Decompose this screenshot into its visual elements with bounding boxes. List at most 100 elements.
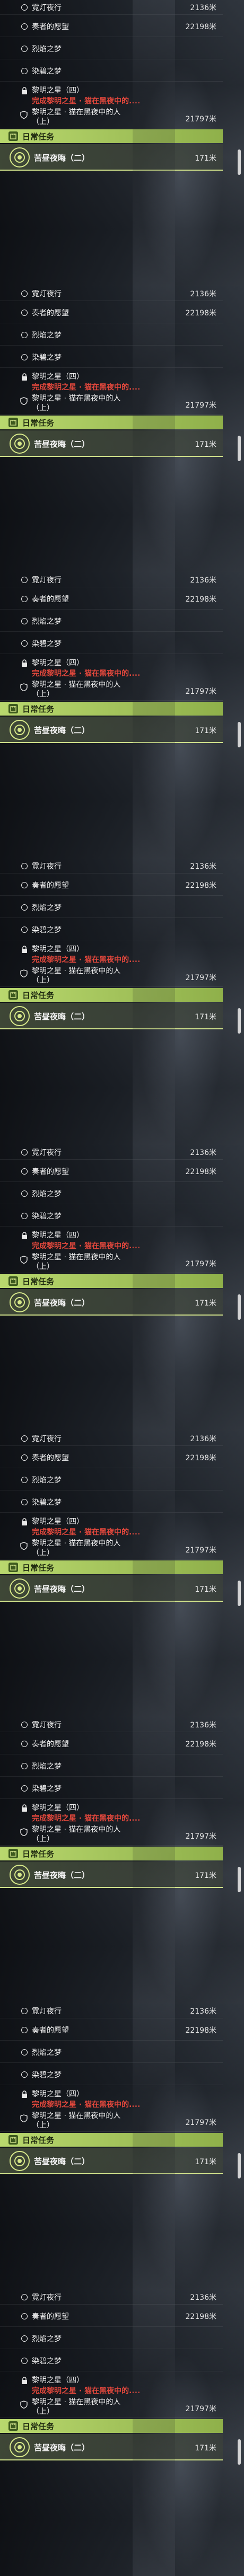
quest-row-emerald-dream[interactable]: 染碧之梦 bbox=[0, 1778, 223, 1799]
daily-task-icon bbox=[8, 1849, 18, 1858]
quest-row-flame-dream[interactable]: 烈焰之梦 bbox=[0, 324, 223, 346]
quest-marker-icon bbox=[21, 2007, 28, 2014]
daily-task-row[interactable]: 苦昼夜晦（二） 171米 bbox=[0, 1003, 223, 1029]
quest-distance: 2136米 bbox=[190, 862, 216, 871]
scrollbar-thumb[interactable] bbox=[238, 436, 241, 461]
quest-row-emerald-dream[interactable]: 染碧之梦 bbox=[0, 2064, 223, 2085]
quest-row-emerald-dream[interactable]: 染碧之梦 bbox=[0, 2350, 223, 2371]
scrollbar-thumb[interactable] bbox=[238, 722, 241, 747]
quest-row-emerald-dream[interactable]: 染碧之梦 bbox=[0, 919, 223, 940]
scrollbar-thumb[interactable] bbox=[238, 2153, 241, 2178]
daily-task-distance: 171米 bbox=[195, 1299, 216, 1308]
daily-task-row[interactable]: 苦昼夜晦（二） 171米 bbox=[0, 2148, 223, 2174]
quest-row-emerald-dream[interactable]: 染碧之梦 bbox=[0, 1492, 223, 1513]
quest-row-neon-night[interactable]: 霓灯夜行 2136米 bbox=[0, 286, 223, 301]
quest-row-neon-night[interactable]: 霓灯夜行 2136米 bbox=[0, 1145, 223, 1160]
quest-row-emerald-dream[interactable]: 染碧之梦 bbox=[0, 1205, 223, 1227]
quest-row-flame-dream[interactable]: 烈焰之梦 bbox=[0, 1183, 223, 1204]
quest-list-screen: 霓灯夜行 2136米 奏者的愿望 22198米 烈焰之梦 染碧之梦 黎明之星（四… bbox=[0, 0, 244, 2576]
quest-row-dawn-star[interactable]: 黎明之星（四） 完成黎明之星 · 猫在黑夜中的.... 黎明之星 · 猫在黑夜中… bbox=[0, 2372, 223, 2418]
daily-task-title: 苦昼夜晦（二） bbox=[34, 1871, 90, 1880]
shield-icon bbox=[20, 2114, 28, 2122]
daily-task-row[interactable]: 苦昼夜晦（二） 171米 bbox=[0, 144, 223, 171]
quest-row-neon-night[interactable]: 霓灯夜行 2136米 bbox=[0, 1717, 223, 1732]
quest-row-flame-dream[interactable]: 烈焰之梦 bbox=[0, 1469, 223, 1490]
quest-row-players-wish[interactable]: 奏者的愿望 22198米 bbox=[0, 1161, 223, 1182]
quest-marker-icon bbox=[21, 617, 28, 624]
daily-tasks-label: 日常任务 bbox=[22, 2135, 55, 2145]
daily-task-row[interactable]: 苦昼夜晦（二） 171米 bbox=[0, 430, 223, 457]
quest-row-players-wish[interactable]: 奏者的愿望 22198米 bbox=[0, 2306, 223, 2327]
quest-marker-icon bbox=[21, 1149, 28, 1155]
quest-tracker-panel: 霓灯夜行 2136米 奏者的愿望 22198米 烈焰之梦 染碧之梦 黎明之星（四… bbox=[0, 2290, 244, 2576]
quest-row-flame-dream[interactable]: 烈焰之梦 bbox=[0, 611, 223, 632]
quest-title: 烈焰之梦 bbox=[32, 331, 62, 340]
quest-row-neon-night[interactable]: 霓灯夜行 2136米 bbox=[0, 2004, 223, 2018]
quest-row-dawn-star[interactable]: 黎明之星（四） 完成黎明之星 · 猫在黑夜中的.... 黎明之星 · 猫在黑夜中… bbox=[0, 83, 223, 128]
scrollbar-thumb[interactable] bbox=[238, 1581, 241, 1606]
quest-row-players-wish[interactable]: 奏者的愿望 22198米 bbox=[0, 875, 223, 896]
quest-row-flame-dream[interactable]: 烈焰之梦 bbox=[0, 897, 223, 918]
quest-distance: 22198米 bbox=[185, 1453, 216, 1462]
quest-row-flame-dream[interactable]: 烈焰之梦 bbox=[0, 1755, 223, 1777]
quest-row-emerald-dream[interactable]: 染碧之梦 bbox=[0, 347, 223, 368]
quest-row-players-wish[interactable]: 奏者的愿望 22198米 bbox=[0, 1733, 223, 1754]
quest-row-dawn-star[interactable]: 黎明之星（四） 完成黎明之星 · 猫在黑夜中的.... 黎明之星 · 猫在黑夜中… bbox=[0, 941, 223, 987]
quest-marker-icon bbox=[21, 2026, 28, 2033]
quest-marker-icon bbox=[21, 2071, 28, 2078]
scrollbar-thumb[interactable] bbox=[238, 1294, 241, 1320]
daily-tasks-header: 日常任务 bbox=[0, 702, 223, 716]
quest-subtitle-part: （上） bbox=[32, 2407, 54, 2416]
quest-row-emerald-dream[interactable]: 染碧之梦 bbox=[0, 633, 223, 654]
quest-subtitle: 黎明之星 · 猫在黑夜中的人 bbox=[32, 1539, 121, 1548]
quest-row-dawn-star[interactable]: 黎明之星（四） 完成黎明之星 · 猫在黑夜中的.... 黎明之星 · 猫在黑夜中… bbox=[0, 2086, 223, 2132]
quest-row-flame-dream[interactable]: 烈焰之梦 bbox=[0, 2042, 223, 2063]
quest-row-dawn-star[interactable]: 黎明之星（四） 完成黎明之星 · 猫在黑夜中的.... 黎明之星 · 猫在黑夜中… bbox=[0, 1228, 223, 1273]
quest-row-flame-dream[interactable]: 烈焰之梦 bbox=[0, 38, 223, 59]
quest-row-neon-night[interactable]: 霓灯夜行 2136米 bbox=[0, 859, 223, 874]
quest-row-neon-night[interactable]: 霓灯夜行 2136米 bbox=[0, 0, 223, 15]
quest-title: 烈焰之梦 bbox=[32, 2334, 62, 2343]
scrollbar-thumb[interactable] bbox=[238, 1867, 241, 1892]
daily-tasks-label: 日常任务 bbox=[22, 1276, 55, 1286]
quest-title: 染碧之梦 bbox=[32, 925, 62, 934]
quest-row-players-wish[interactable]: 奏者的愿望 22198米 bbox=[0, 588, 223, 610]
quest-tracker-panel: 霓灯夜行 2136米 奏者的愿望 22198米 烈焰之梦 染碧之梦 黎明之星（四… bbox=[0, 1431, 244, 1717]
quest-row-players-wish[interactable]: 奏者的愿望 22198米 bbox=[0, 2019, 223, 2041]
lock-icon bbox=[22, 946, 27, 953]
scrollbar-thumb[interactable] bbox=[238, 149, 241, 175]
daily-task-row[interactable]: 苦昼夜晦（二） 171米 bbox=[0, 717, 223, 743]
daily-tasks-label: 日常任务 bbox=[22, 131, 55, 142]
lock-icon bbox=[22, 87, 27, 94]
daily-tasks-header: 日常任务 bbox=[0, 1274, 223, 1288]
quest-distance: 21797米 bbox=[185, 687, 216, 696]
quest-row-flame-dream[interactable]: 烈焰之梦 bbox=[0, 2328, 223, 2349]
daily-task-row[interactable]: 苦昼夜晦（二） 171米 bbox=[0, 1575, 223, 1602]
daily-task-row[interactable]: 苦昼夜晦（二） 171米 bbox=[0, 1289, 223, 1316]
quest-marker-icon bbox=[21, 1476, 28, 1483]
daily-task-distance: 171米 bbox=[195, 2158, 216, 2166]
daily-task-row[interactable]: 苦昼夜晦（二） 171米 bbox=[0, 2434, 223, 2460]
quest-title: 烈焰之梦 bbox=[32, 1762, 62, 1771]
quest-row-players-wish[interactable]: 奏者的愿望 22198米 bbox=[0, 302, 223, 323]
scrollbar-thumb[interactable] bbox=[238, 2439, 241, 2465]
daily-task-distance: 171米 bbox=[195, 1872, 216, 1880]
scrollbar-thumb[interactable] bbox=[238, 1008, 241, 1034]
daily-task-row[interactable]: 苦昼夜晦（二） 171米 bbox=[0, 1862, 223, 1888]
quest-row-neon-night[interactable]: 霓灯夜行 2136米 bbox=[0, 1431, 223, 1446]
quest-row-neon-night[interactable]: 霓灯夜行 2136米 bbox=[0, 572, 223, 587]
quest-row-players-wish[interactable]: 奏者的愿望 22198米 bbox=[0, 16, 223, 37]
quest-row-dawn-star[interactable]: 黎明之星（四） 完成黎明之星 · 猫在黑夜中的.... 黎明之星 · 猫在黑夜中… bbox=[0, 1514, 223, 1559]
quest-subtitle: 黎明之星 · 猫在黑夜中的人 bbox=[32, 2398, 121, 2406]
quest-row-players-wish[interactable]: 奏者的愿望 22198米 bbox=[0, 1447, 223, 1468]
quest-row-dawn-star[interactable]: 黎明之星（四） 完成黎明之星 · 猫在黑夜中的.... 黎明之星 · 猫在黑夜中… bbox=[0, 1800, 223, 1846]
quest-tracker-panel: 霓灯夜行 2136米 奏者的愿望 22198米 烈焰之梦 染碧之梦 黎明之星（四… bbox=[0, 2004, 244, 2290]
quest-row-dawn-star[interactable]: 黎明之星（四） 完成黎明之星 · 猫在黑夜中的.... 黎明之星 · 猫在黑夜中… bbox=[0, 369, 223, 414]
quest-title: 霓灯夜行 bbox=[32, 2293, 62, 2302]
quest-marker-icon bbox=[21, 576, 28, 583]
quest-title: 奏者的愿望 bbox=[32, 22, 69, 31]
quest-distance: 22198米 bbox=[185, 595, 216, 604]
quest-row-emerald-dream[interactable]: 染碧之梦 bbox=[0, 60, 223, 82]
quest-row-dawn-star[interactable]: 黎明之星（四） 完成黎明之星 · 猫在黑夜中的.... 黎明之星 · 猫在黑夜中… bbox=[0, 655, 223, 701]
quest-row-neon-night[interactable]: 霓灯夜行 2136米 bbox=[0, 2290, 223, 2305]
